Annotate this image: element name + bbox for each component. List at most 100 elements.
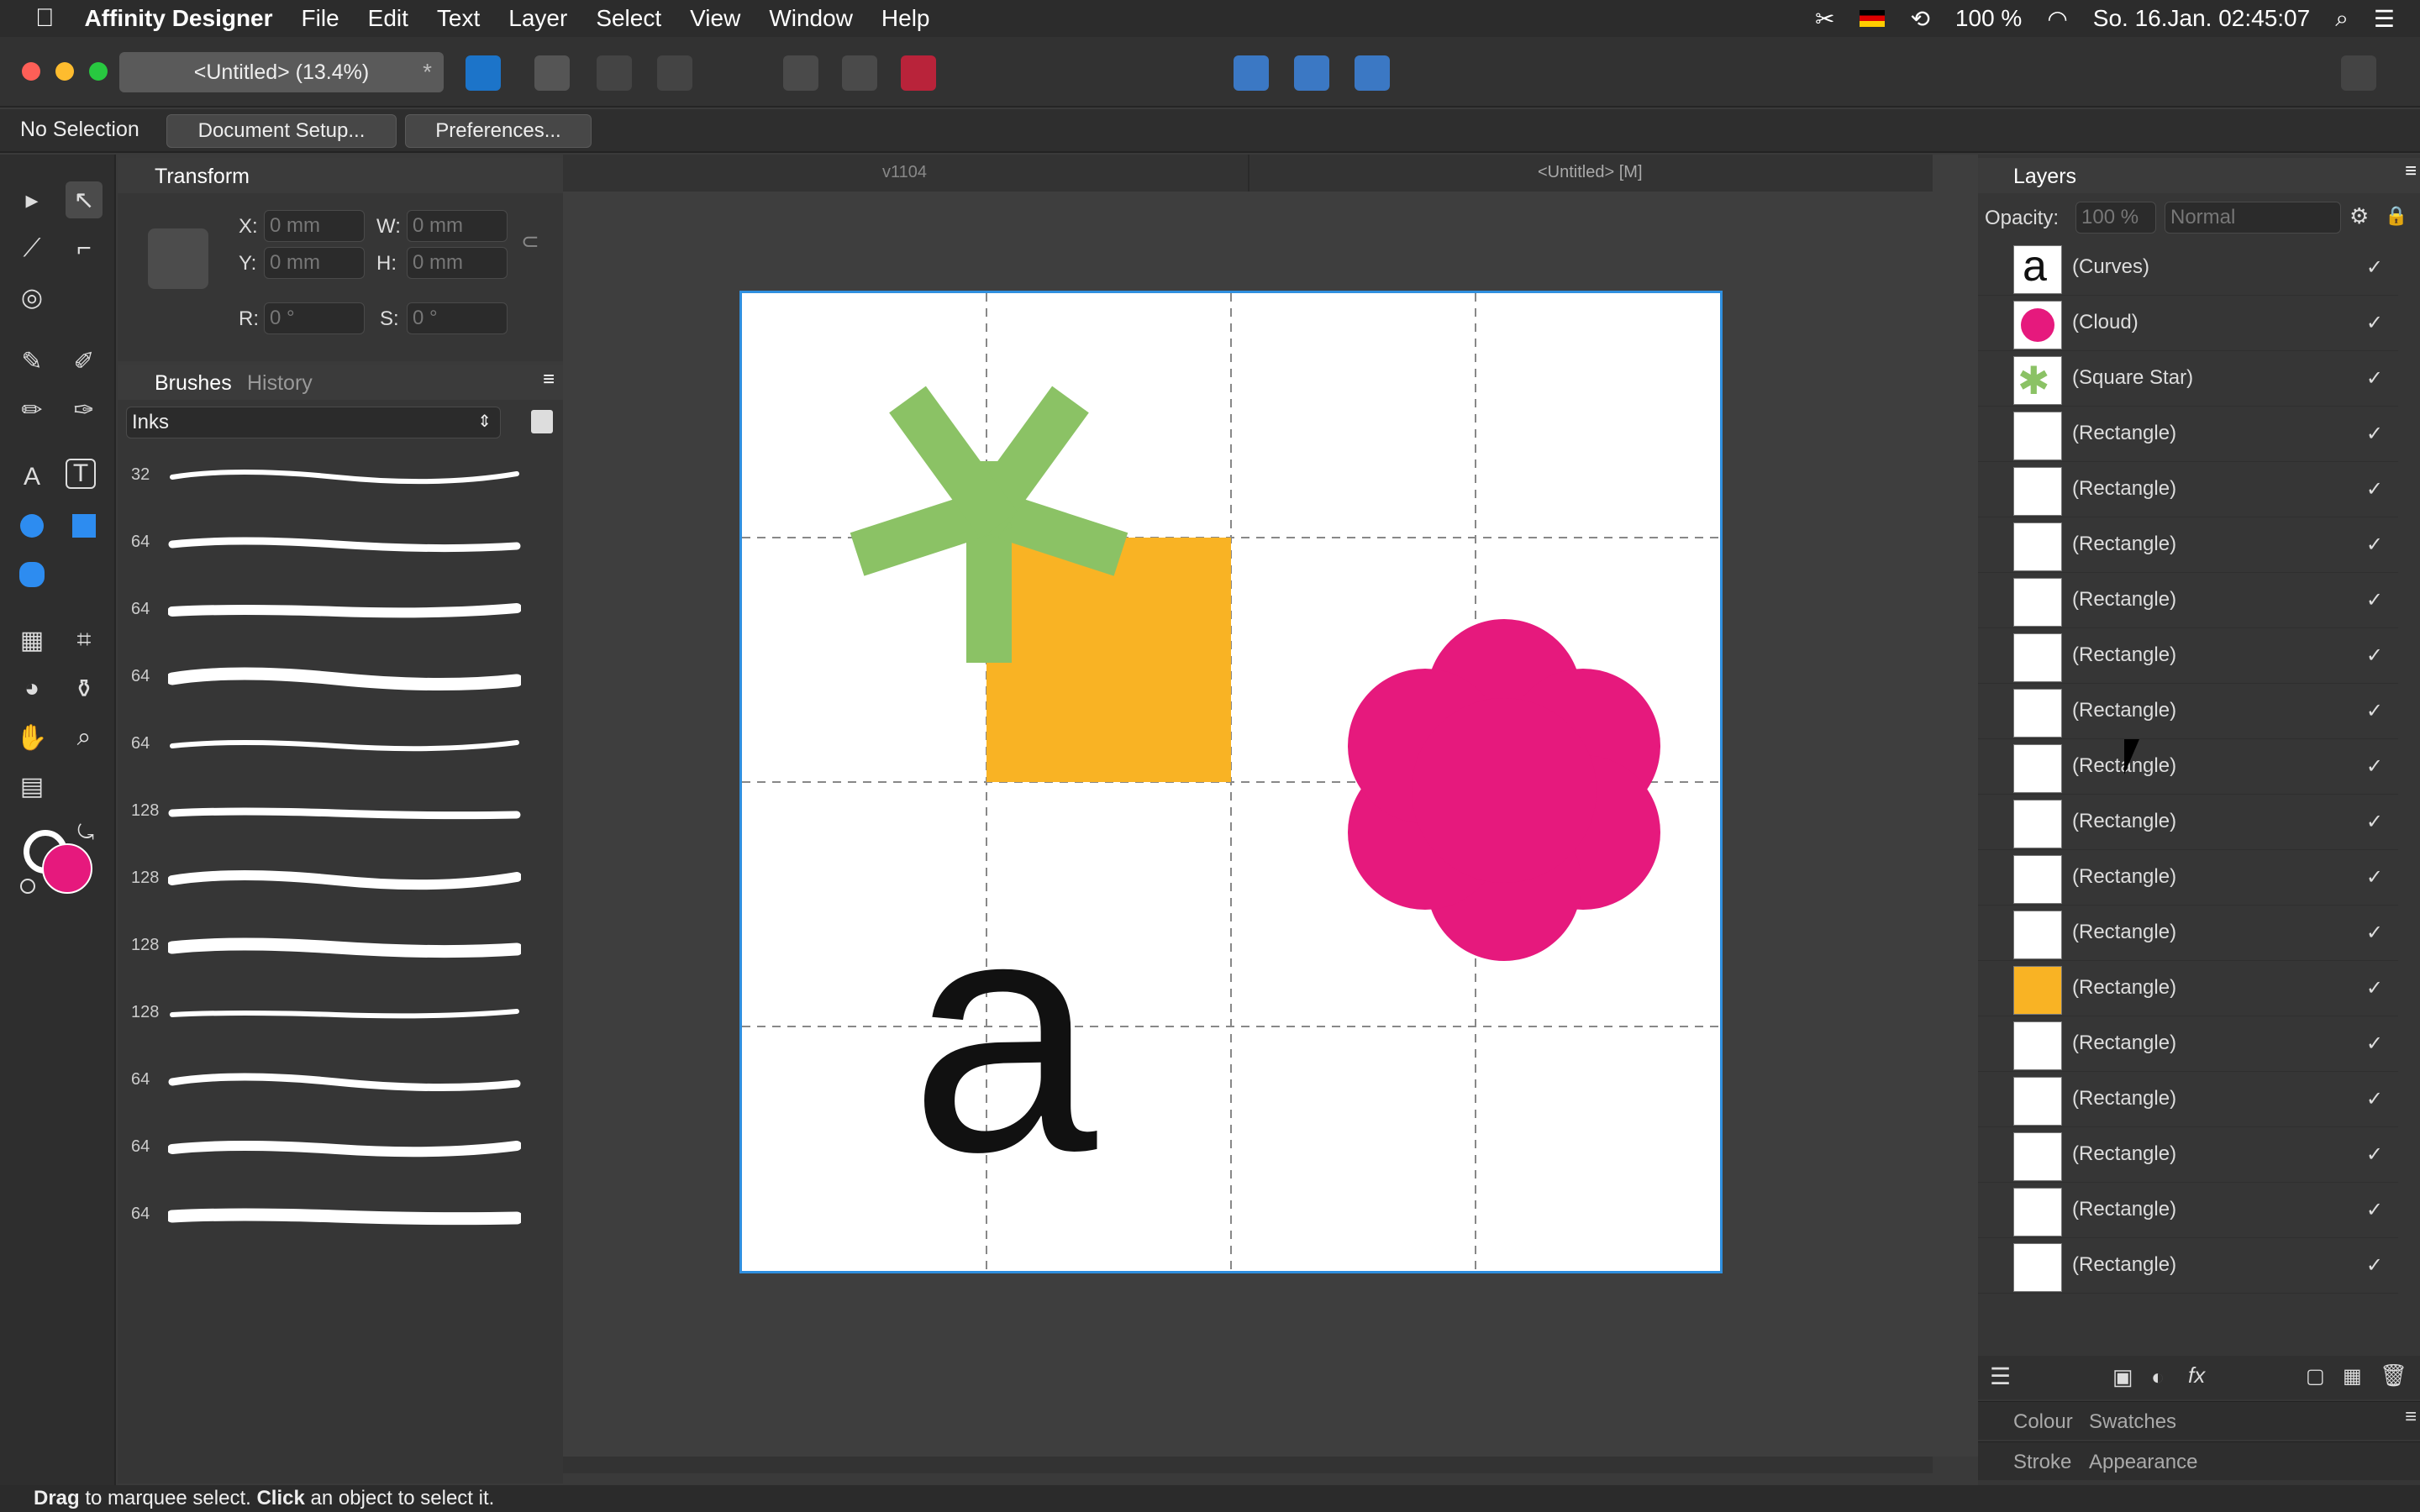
brush-preset[interactable]: 64	[118, 578, 563, 645]
geometry-icon[interactable]	[1234, 55, 1269, 91]
trash-icon[interactable]	[2341, 55, 2376, 91]
tab-brushes[interactable]: Brushes	[155, 371, 232, 396]
tab-colour[interactable]: Colour	[2013, 1410, 2073, 1434]
boolean-icon[interactable]	[1294, 55, 1329, 91]
canvas-scrollbar[interactable]	[563, 1457, 1933, 1473]
point-transform-icon[interactable]: ⌐	[66, 230, 103, 267]
layers-stack-icon[interactable]: ☰	[1990, 1362, 2011, 1390]
y-field[interactable]: 0 mm	[264, 247, 365, 279]
swap-colours-icon[interactable]: ⤿	[77, 822, 94, 845]
layer-row[interactable]: a (Curves) ✓	[1978, 240, 2398, 296]
delete-layer-icon[interactable]: 🗑	[2380, 1362, 2407, 1389]
rectangle-tool-icon[interactable]	[66, 507, 103, 544]
corner-tool-icon[interactable]: ⟋	[13, 230, 50, 267]
brush-tool-icon[interactable]: ✐	[66, 343, 103, 380]
layer-row[interactable]: (Cloud) ✓	[1978, 296, 2398, 351]
wifi-icon[interactable]: ◠	[2047, 5, 2067, 33]
rotation-field[interactable]: 0 °	[264, 302, 365, 334]
apple-icon[interactable]: 	[35, 4, 55, 33]
layer-visibility-checkbox[interactable]: ✓	[2366, 1253, 2383, 1278]
layers-menu-icon[interactable]: ≡	[2405, 160, 2417, 183]
add-pixel-layer-icon[interactable]: ▦	[2343, 1364, 2362, 1389]
layer-visibility-checkbox[interactable]: ✓	[2366, 588, 2383, 612]
tab-untitled[interactable]: <Untitled> [M]	[1538, 163, 1643, 182]
layer-visibility-checkbox[interactable]: ✓	[2366, 366, 2383, 391]
layer-visibility-checkbox[interactable]: ✓	[2366, 311, 2383, 335]
flag-icon[interactable]	[1860, 10, 1886, 27]
layer-visibility-checkbox[interactable]: ✓	[2366, 1087, 2383, 1111]
document-tab[interactable]: <Untitled> (13.4%) *	[119, 52, 444, 92]
layer-visibility-checkbox[interactable]: ✓	[2366, 422, 2383, 446]
layer-row[interactable]: (Rectangle) ✓	[1978, 573, 2398, 628]
crop-tool-icon[interactable]: ⌗	[66, 622, 103, 659]
menu-window[interactable]: Window	[769, 5, 853, 32]
app-name[interactable]: Affinity Designer	[85, 5, 273, 32]
brush-preset[interactable]: 128	[118, 914, 563, 981]
brush-preset[interactable]: 64	[118, 511, 563, 578]
grid-icon[interactable]	[783, 55, 818, 91]
close-window-button[interactable]	[22, 62, 40, 81]
h-field[interactable]: 0 mm	[407, 247, 508, 279]
contour-tool-icon[interactable]: ◎	[13, 279, 50, 316]
fx-icon[interactable]: fx	[2188, 1362, 2205, 1389]
transparency-tool-icon[interactable]: ⚱	[66, 670, 103, 707]
control-center-icon[interactable]: ☰	[2374, 5, 2395, 33]
layer-visibility-checkbox[interactable]: ✓	[2366, 976, 2383, 1000]
clock[interactable]: So. 16.Jan. 02:45:07	[2093, 5, 2310, 32]
layer-visibility-checkbox[interactable]: ✓	[2366, 754, 2383, 779]
adjustment-icon[interactable]: ◐	[2151, 1364, 2165, 1390]
add-layer-icon[interactable]: ▢	[2306, 1364, 2325, 1389]
document-setup-button[interactable]: Document Setup...	[166, 114, 397, 148]
layer-visibility-checkbox[interactable]: ✓	[2366, 1198, 2383, 1222]
artboard-tool-icon[interactable]: ▤	[13, 768, 50, 805]
brush-preset[interactable]: 64	[118, 1048, 563, 1116]
layer-row[interactable]: (Rectangle) ✓	[1978, 1238, 2398, 1294]
brush-preset[interactable]: 128	[118, 981, 563, 1048]
time-machine-icon[interactable]: ⟲	[1910, 5, 1929, 33]
frame-text-icon[interactable]: T	[66, 459, 96, 489]
vector-brush-icon[interactable]: ✑	[66, 391, 103, 428]
brush-preset[interactable]: 64	[118, 712, 563, 780]
zoom-tool-icon[interactable]: ⌕	[66, 719, 103, 756]
panel-menu-icon[interactable]: ≡	[543, 368, 555, 391]
layer-visibility-checkbox[interactable]: ✓	[2366, 699, 2383, 723]
designer-persona-icon[interactable]	[466, 55, 501, 91]
artistic-text-icon[interactable]: A	[13, 459, 50, 496]
layer-visibility-checkbox[interactable]: ✓	[2366, 643, 2383, 668]
layer-row[interactable]: (Rectangle) ✓	[1978, 407, 2398, 462]
shape-tool-icon[interactable]	[13, 556, 50, 593]
layer-row[interactable]: (Rectangle) ✓	[1978, 850, 2398, 906]
menu-file[interactable]: File	[302, 5, 339, 32]
menu-help[interactable]: Help	[881, 5, 930, 32]
layer-visibility-checkbox[interactable]: ✓	[2366, 921, 2383, 945]
pen-tool-icon[interactable]: ✎	[13, 343, 50, 380]
fill-colour-swatch[interactable]	[42, 843, 92, 894]
tab-v1104[interactable]: v1104	[882, 163, 927, 182]
battery-percent[interactable]: 100 %	[1955, 5, 2022, 32]
layer-row[interactable]: (Rectangle) ✓	[1978, 1127, 2398, 1183]
layer-row[interactable]: (Rectangle) ✓	[1978, 1016, 2398, 1072]
snapping-icon[interactable]	[842, 55, 877, 91]
tab-swatches[interactable]: Swatches	[2089, 1410, 2176, 1434]
menu-edit[interactable]: Edit	[368, 5, 408, 32]
menu-select[interactable]: Select	[596, 5, 661, 32]
fill-tool-icon[interactable]: ◕	[13, 670, 50, 707]
layer-visibility-checkbox[interactable]: ✓	[2366, 865, 2383, 890]
tab-stroke[interactable]: Stroke	[2013, 1451, 2071, 1474]
subtract-icon[interactable]	[1355, 55, 1390, 91]
artboard[interactable]: a	[739, 291, 1723, 1273]
shear-field[interactable]: 0 °	[407, 302, 508, 334]
brush-preset[interactable]: 64	[118, 645, 563, 712]
brush-preset[interactable]: 64	[118, 1183, 563, 1250]
close-document-icon[interactable]: *	[423, 59, 432, 86]
brush-preset[interactable]: 32	[118, 444, 563, 511]
layer-row[interactable]: (Rectangle) ✓	[1978, 795, 2398, 850]
w-field[interactable]: 0 mm	[407, 210, 508, 242]
move-tool-icon[interactable]: ▸	[13, 181, 50, 218]
layer-visibility-checkbox[interactable]: ✓	[2366, 477, 2383, 501]
layer-visibility-checkbox[interactable]: ✓	[2366, 1142, 2383, 1167]
spotlight-icon[interactable]: ⌕	[2335, 5, 2349, 33]
layer-visibility-checkbox[interactable]: ✓	[2366, 255, 2383, 280]
lock-icon[interactable]: 🔒	[2385, 205, 2407, 227]
layer-row[interactable]: (Rectangle) ✓	[1978, 1183, 2398, 1238]
